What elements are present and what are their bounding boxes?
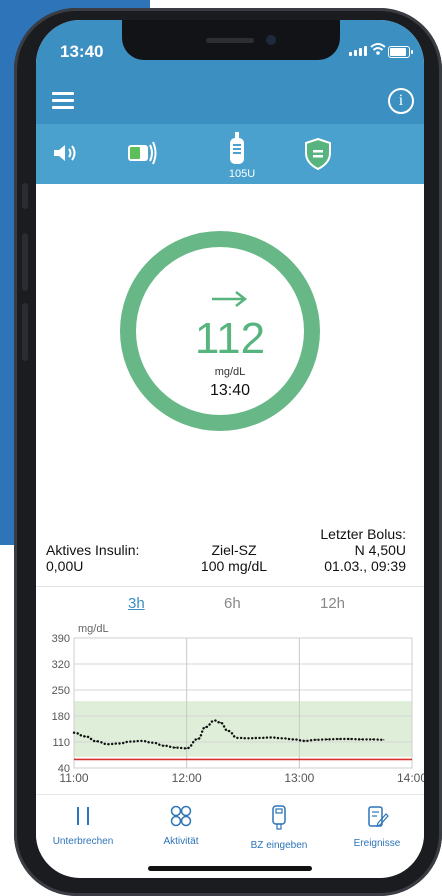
glucose-point <box>118 742 120 745</box>
pause-icon <box>77 807 89 825</box>
glucose-point <box>141 740 143 742</box>
glucose-point <box>227 730 229 732</box>
glucose-point <box>219 722 222 724</box>
app-header: i <box>36 78 424 124</box>
last-bolus-time: 01.03., 09:39 <box>324 558 406 574</box>
glucose-point <box>259 737 261 739</box>
battery-icon <box>388 46 413 58</box>
front-camera <box>266 35 276 45</box>
glucose-point <box>338 738 340 740</box>
last-bolus-amount: N 4,50U <box>354 542 406 558</box>
glucose-point <box>84 735 86 737</box>
active-insulin-label: Aktives Insulin: <box>46 542 140 558</box>
volume-up-button <box>22 233 28 291</box>
last-bolus: Letzter Bolus: N 4,50U 01.03., 09:39 <box>284 526 406 574</box>
nav-events-label: Ereignisse <box>353 838 401 849</box>
x-tick-label: 14:00 <box>397 771 424 785</box>
glucose-point <box>326 738 329 740</box>
glucose-point <box>129 741 131 743</box>
speaker <box>206 38 254 43</box>
glucose-point <box>372 738 374 740</box>
glucose-point <box>204 726 206 728</box>
x-tick-label: 12:00 <box>172 771 202 785</box>
nav-activity-label: Aktivität <box>163 836 199 847</box>
status-time: 13:40 <box>60 42 104 61</box>
meter-icon <box>272 805 286 830</box>
signal-icon <box>349 46 367 56</box>
glucose-point <box>197 738 199 740</box>
glucose-point <box>304 740 306 742</box>
wifi-icon <box>370 43 386 55</box>
nav-activity[interactable]: Aktivität <box>136 805 226 847</box>
glucose-point <box>360 738 362 740</box>
glucose-point <box>293 738 295 740</box>
glucose-value: 112 <box>194 314 266 363</box>
volume-down-button <box>22 303 28 361</box>
glucose-point <box>349 738 351 740</box>
speaker-icon[interactable] <box>52 142 80 164</box>
target-bg-label: Ziel-SZ <box>211 542 257 558</box>
glucose-point <box>152 742 154 744</box>
target-range-band <box>74 701 412 757</box>
battery-full-icon[interactable] <box>126 140 158 166</box>
activity-icon <box>170 805 192 827</box>
nav-events[interactable]: Ereignisse <box>332 805 422 849</box>
glucose-point <box>95 740 98 742</box>
notch <box>122 20 340 60</box>
glucose-point <box>248 737 250 739</box>
x-tick-label: 13:00 <box>284 771 314 785</box>
reservoir-units: 105U <box>228 168 256 180</box>
y-axis-label: mg/dL <box>78 623 109 635</box>
y-tick-label: 250 <box>52 685 70 697</box>
y-tick-label: 110 <box>52 737 70 749</box>
nav-enter-bg[interactable]: BZ eingeben <box>234 805 324 851</box>
y-tick-label: 180 <box>52 711 70 723</box>
y-tick-label: 390 <box>52 633 70 645</box>
glucose-point <box>270 736 272 739</box>
tab-12h[interactable]: 12h <box>320 595 345 612</box>
x-tick-label: 11:00 <box>59 771 88 785</box>
mute-switch <box>22 183 28 209</box>
target-bg: Ziel-SZ 100 mg/dL <box>176 542 292 574</box>
pump-status-row: 105U <box>36 124 424 184</box>
glucose-chart: mg/dL3903202501801104011:00 12:00 13:00 14:… <box>52 623 424 785</box>
app-screen: 13:40 i 105U 112 mg/dL 13:40 Aktives Ins… <box>36 20 424 878</box>
target-bg-value: 100 mg/dL <box>200 558 268 574</box>
glucose-point <box>281 737 283 739</box>
nav-pause-label: Unterbrechen <box>52 836 114 847</box>
glucose-point <box>236 737 238 739</box>
glucose-point <box>214 719 216 722</box>
divider <box>36 586 424 587</box>
trend-arrow-icon <box>212 291 248 307</box>
home-indicator <box>148 866 312 871</box>
tab-3h[interactable]: 3h <box>128 595 145 612</box>
glucose-point <box>163 745 165 747</box>
glucose-point <box>315 739 317 741</box>
reading-time: 13:40 <box>209 382 251 399</box>
menu-button[interactable] <box>52 92 74 110</box>
glucose-unit: mg/dL <box>214 366 246 378</box>
insulin-reservoir-icon[interactable] <box>227 132 247 166</box>
nav-enter-bg-label: BZ eingeben <box>250 840 308 851</box>
info-button[interactable]: i <box>388 88 414 114</box>
glucose-point <box>174 747 176 749</box>
active-insulin-value: 0,00U <box>46 558 84 574</box>
y-tick-label: 320 <box>52 659 70 671</box>
shield-icon[interactable] <box>304 138 332 170</box>
last-bolus-label: Letzter Bolus: <box>320 526 406 542</box>
glucose-point <box>73 732 75 734</box>
tab-6h[interactable]: 6h <box>224 595 241 612</box>
bottom-nav: Unterbrechen Aktivität BZ eingeben Ereig… <box>36 794 424 853</box>
events-icon <box>368 806 389 827</box>
glucose-point <box>186 747 188 749</box>
glucose-point <box>383 739 385 741</box>
glucose-point <box>107 743 109 745</box>
nav-pause[interactable]: Unterbrechen <box>38 805 128 847</box>
active-insulin: Aktives Insulin: 0,00U <box>46 542 139 574</box>
